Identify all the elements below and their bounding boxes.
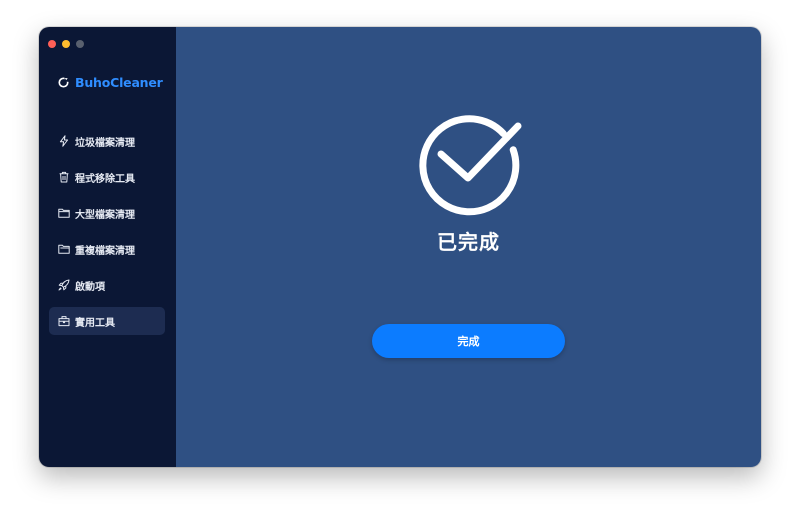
sidebar-item-duplicate-files[interactable]: 重複檔案清理	[49, 235, 165, 263]
rocket-icon	[57, 279, 70, 292]
toolbox-icon	[57, 315, 70, 328]
sidebar-nav: 垃圾檔案清理 程式移除工具 大型檔案清理 重複檔案清理 啟動項 實用工具	[49, 127, 165, 343]
duplicate-folder-icon	[57, 243, 70, 256]
zoom-window-button[interactable]	[76, 40, 84, 48]
sidebar-item-startup-items[interactable]: 啟動項	[49, 271, 165, 299]
bolt-icon	[57, 135, 70, 148]
completion-title: 已完成	[437, 230, 500, 254]
buhocleaner-logo-icon	[58, 77, 69, 88]
minimize-window-button[interactable]	[62, 40, 70, 48]
sidebar-item-large-files[interactable]: 大型檔案清理	[49, 199, 165, 227]
sidebar-item-label: 程式移除工具	[75, 173, 135, 185]
sidebar-item-label: 啟動項	[75, 281, 105, 293]
sidebar-item-label: 實用工具	[75, 317, 115, 329]
sidebar-item-label: 垃圾檔案清理	[75, 137, 135, 149]
window-controls	[48, 40, 84, 48]
sidebar-item-toolkit[interactable]: 實用工具	[49, 307, 165, 335]
checkmark-circle-icon	[415, 107, 523, 217]
sidebar-item-junk-cleanup[interactable]: 垃圾檔案清理	[49, 127, 165, 155]
done-button[interactable]: 完成	[372, 324, 565, 358]
sidebar-item-label: 重複檔案清理	[75, 245, 135, 257]
sidebar-item-label: 大型檔案清理	[75, 209, 135, 221]
close-window-button[interactable]	[48, 40, 56, 48]
sidebar-item-app-uninstaller[interactable]: 程式移除工具	[49, 163, 165, 191]
folder-icon	[57, 207, 70, 220]
app-name: BuhoCleaner	[75, 75, 163, 90]
app-window: BuhoCleaner 垃圾檔案清理 程式移除工具 大型檔案清理 重複檔案清理 …	[39, 27, 761, 467]
main-panel: 已完成 完成	[176, 27, 761, 467]
trash-icon	[57, 171, 70, 184]
brand: BuhoCleaner	[58, 75, 163, 90]
sidebar: BuhoCleaner 垃圾檔案清理 程式移除工具 大型檔案清理 重複檔案清理 …	[39, 27, 176, 467]
